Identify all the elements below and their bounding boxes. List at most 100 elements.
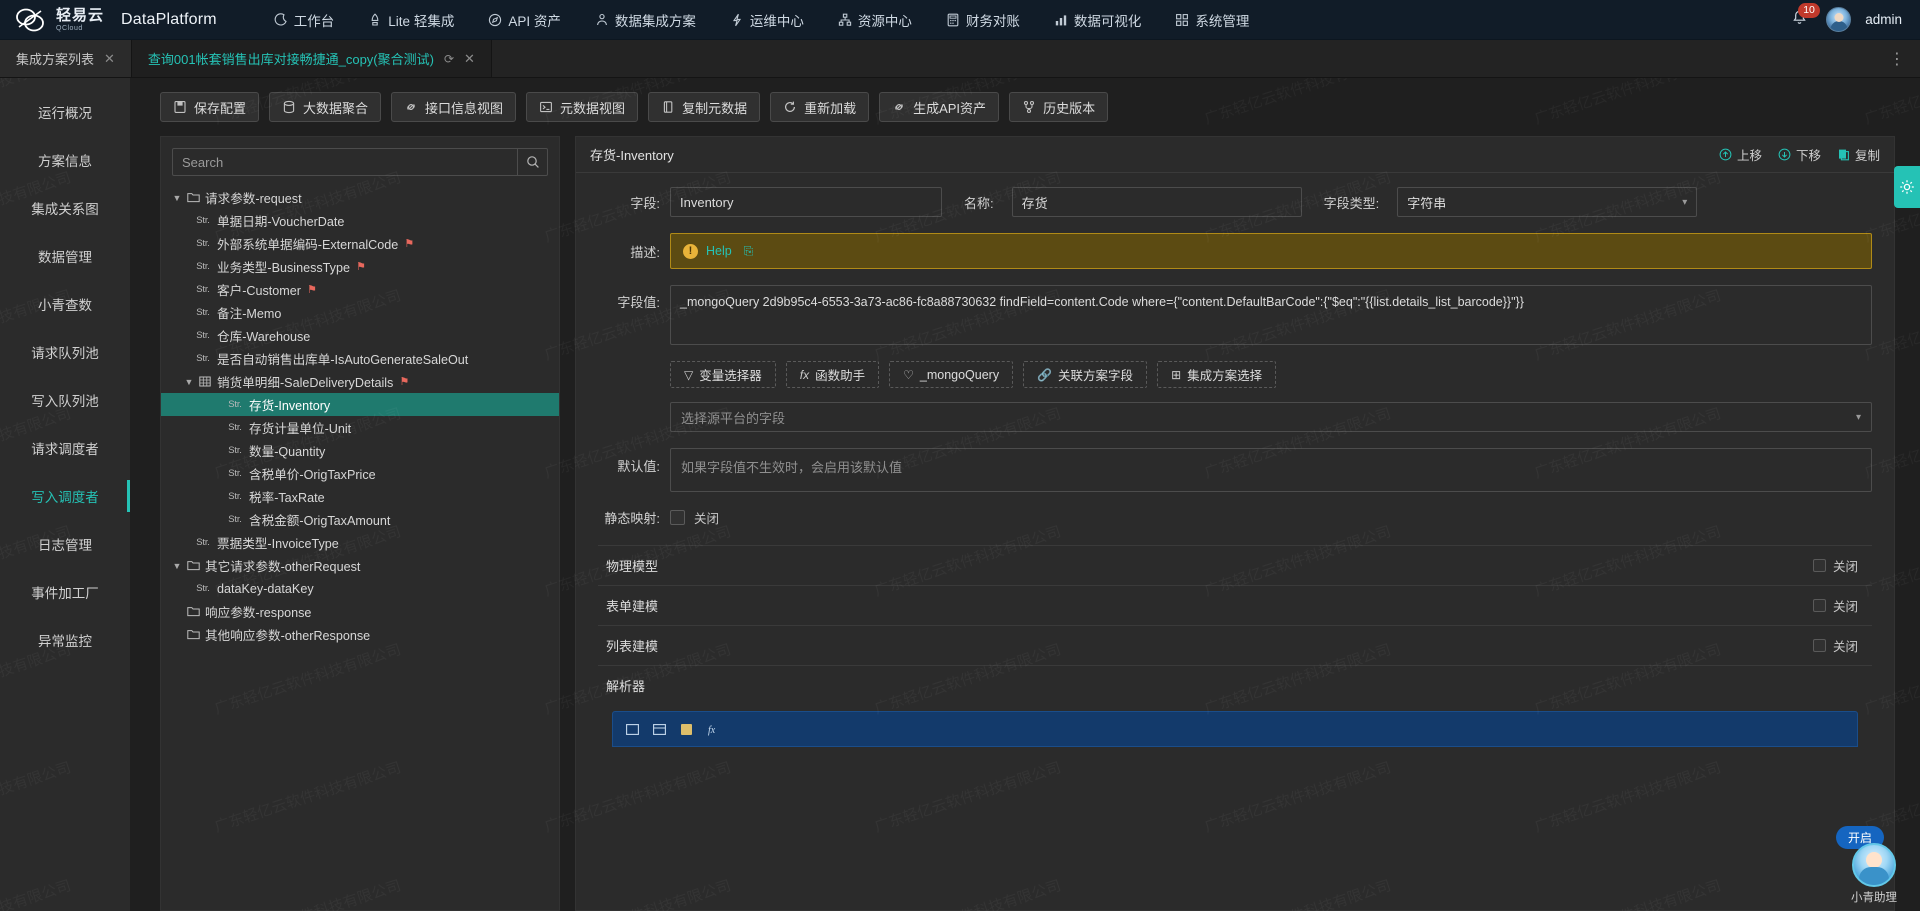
static-mapping-toggle[interactable] (670, 510, 685, 525)
tree-node-memo[interactable]: Str. 备注-Memo (161, 301, 559, 324)
refresh-icon[interactable]: ⟳ (444, 52, 454, 66)
tree-node-voucherdate[interactable]: Str. 单据日期-VoucherDate (161, 209, 559, 232)
section-physical-model[interactable]: 物理模型 关闭 (598, 545, 1872, 585)
tree-node-invoicetype[interactable]: Str. 票据类型-InvoiceType (161, 531, 559, 554)
nav-item-workbench[interactable]: 工作台 (257, 0, 352, 40)
nav-item-api-assets[interactable]: API 资产 (471, 0, 578, 40)
reload-button[interactable]: 重新加载 (770, 92, 869, 122)
avatar[interactable] (1826, 7, 1851, 32)
big-data-aggregation-button[interactable]: 大数据聚合 (269, 92, 381, 122)
section-list-modeling[interactable]: 列表建模 关闭 (598, 625, 1872, 665)
close-icon[interactable]: ✕ (104, 51, 115, 67)
default-value-textarea[interactable]: 如果字段值不生效时，会启用该默认值 (670, 448, 1872, 492)
metadata-view-button[interactable]: 元数据视图 (526, 92, 638, 122)
nav-item-resource-center[interactable]: 资源中心 (821, 0, 929, 40)
history-version-button[interactable]: 历史版本 (1009, 92, 1108, 122)
tree-node-quantity[interactable]: Str. 数量-Quantity (161, 439, 559, 462)
tree-node-warehouse[interactable]: Str. 仓库-Warehouse (161, 324, 559, 347)
notifications-button[interactable]: 10 (1790, 9, 1812, 31)
nav-item-data-integration[interactable]: 数据集成方案 (578, 0, 713, 40)
folder-icon (185, 192, 201, 203)
sidebar-item-event-factory[interactable]: 事件加工厂 (0, 568, 130, 616)
tree-node-customer[interactable]: Str. 客户-Customer ⚑ (161, 278, 559, 301)
move-up-button[interactable]: 上移 (1719, 145, 1762, 164)
tree-node-inventory[interactable]: Str. 存货-Inventory (161, 393, 559, 416)
generate-api-asset-button[interactable]: 生成API资产 (879, 92, 999, 122)
tree-node-unit[interactable]: Str. 存货计量单位-Unit (161, 416, 559, 439)
tree-node-request[interactable]: ▼ 请求参数-request (161, 186, 559, 209)
section-form-modeling[interactable]: 表单建模 关闭 (598, 585, 1872, 625)
tree-node-taxrate[interactable]: Str. 税率-TaxRate (161, 485, 559, 508)
floating-assistant[interactable]: 开启 小青助理 (1850, 826, 1898, 905)
sidebar-item-log-management[interactable]: 日志管理 (0, 520, 130, 568)
tree-node-datakey[interactable]: Str. dataKey-dataKey (161, 577, 559, 600)
editor-undo-icon[interactable] (625, 722, 640, 737)
assistant-avatar[interactable] (1852, 843, 1896, 887)
tree-node-otherresponse[interactable]: 其他响应参数-otherResponse (161, 623, 559, 646)
section-toggle[interactable] (1813, 599, 1826, 612)
chevron-down-icon[interactable]: ▼ (169, 561, 185, 571)
copy-help-icon[interactable]: ⎘ (744, 244, 754, 259)
search-input[interactable] (173, 155, 517, 170)
sidebar-item-xiaoqing-query[interactable]: 小青查数 (0, 280, 130, 328)
help-link[interactable]: Help (706, 244, 732, 258)
tab-integration-list[interactable]: 集成方案列表 ✕ (0, 40, 132, 77)
field-name-input[interactable] (1012, 187, 1302, 217)
editor-save-icon[interactable] (679, 722, 694, 737)
function-assistant-button[interactable]: fx 函数助手 (786, 361, 879, 388)
sidebar-item-overview[interactable]: 运行概况 (0, 88, 130, 136)
copy-field-button[interactable]: 复制 (1837, 145, 1880, 164)
tree-node-externalcode[interactable]: Str. 外部系统单据编码-ExternalCode ⚑ (161, 232, 559, 255)
sidebar-item-write-queue[interactable]: 写入队列池 (0, 376, 130, 424)
variable-selector-button[interactable]: ▽ 变量选择器 (670, 361, 776, 388)
nav-item-finance[interactable]: 财务对账 (929, 0, 1037, 40)
chevron-down-icon: ▾ (1682, 197, 1687, 208)
mongoquery-button[interactable]: ♡ _mongoQuery (889, 361, 1013, 388)
section-toggle[interactable] (1813, 639, 1826, 652)
section-toggle[interactable] (1813, 559, 1826, 572)
chevron-down-icon[interactable]: ▼ (169, 193, 185, 203)
tab-overflow-menu[interactable]: ⋮ (1875, 40, 1920, 77)
sidebar-item-request-scheduler[interactable]: 请求调度者 (0, 424, 130, 472)
field-value-textarea[interactable]: _mongoQuery 2d9b95c4-6553-3a73-ac86-fc8a… (670, 285, 1872, 345)
related-scheme-field-button[interactable]: 🔗 关联方案字段 (1023, 361, 1147, 388)
tree-node-origtaxamount[interactable]: Str. 含税金额-OrigTaxAmount (161, 508, 559, 531)
sidebar-item-request-queue[interactable]: 请求队列池 (0, 328, 130, 376)
field-type-select[interactable]: 字符串 ▾ (1397, 187, 1697, 217)
tab-query-scheme[interactable]: 查询001帐套销售出库对接畅捷通_copy(聚合测试) ⟳ ✕ (132, 40, 492, 77)
save-config-button[interactable]: 保存配置 (160, 92, 259, 122)
username-label[interactable]: admin (1865, 12, 1902, 27)
tree-node-saledeliverydetails[interactable]: ▼ 销货单明细-SaleDeliveryDetails ⚑ (161, 370, 559, 393)
nav-item-visualization[interactable]: 数据可视化 (1037, 0, 1159, 40)
field-code-input[interactable] (670, 187, 942, 217)
search-button[interactable] (517, 149, 547, 175)
tree-node-origtaxprice[interactable]: Str. 含税单价-OrigTaxPrice (161, 462, 559, 485)
interface-info-view-button[interactable]: 接口信息视图 (391, 92, 516, 122)
tree-node-isautogeneratesaleout[interactable]: Str. 是否自动销售出库单-IsAutoGenerateSaleOut (161, 347, 559, 370)
branch-icon (1022, 100, 1036, 114)
source-platform-field-select[interactable]: 选择源平台的字段 ▾ (670, 402, 1872, 432)
close-icon[interactable]: ✕ (464, 51, 475, 67)
integration-scheme-select-button[interactable]: ⊞ 集成方案选择 (1157, 361, 1276, 388)
editor-layout-icon[interactable] (652, 722, 667, 737)
sidebar-item-data-management[interactable]: 数据管理 (0, 232, 130, 280)
rocket-icon (368, 13, 382, 27)
copy-metadata-button[interactable]: 复制元数据 (648, 92, 760, 122)
tree-node-response[interactable]: 响应参数-response (161, 600, 559, 623)
section-parser[interactable]: 解析器 (598, 665, 1872, 705)
sidebar-item-scheme-info[interactable]: 方案信息 (0, 136, 130, 184)
moon-icon (274, 13, 288, 27)
nav-item-lite[interactable]: Lite 轻集成 (351, 0, 471, 40)
tree-node-otherrequest[interactable]: ▼ 其它请求参数-otherRequest (161, 554, 559, 577)
nav-item-system-admin[interactable]: 系统管理 (1158, 0, 1266, 40)
sidebar-item-write-scheduler[interactable]: 写入调度者 (0, 472, 130, 520)
sidebar-item-relation-graph[interactable]: 集成关系图 (0, 184, 130, 232)
move-down-button[interactable]: 下移 (1778, 145, 1821, 164)
sidebar-item-exception-monitor[interactable]: 异常监控 (0, 616, 130, 664)
chevron-down-icon[interactable]: ▼ (181, 377, 197, 387)
nav-item-ops-center[interactable]: 运维中心 (713, 0, 821, 40)
editor-function-icon[interactable]: fx (706, 722, 721, 737)
settings-rail-button[interactable] (1894, 166, 1920, 208)
tree-node-businesstype[interactable]: Str. 业务类型-BusinessType ⚑ (161, 255, 559, 278)
brand-logo[interactable]: 轻易云 QCloud DataPlatform (14, 7, 217, 33)
